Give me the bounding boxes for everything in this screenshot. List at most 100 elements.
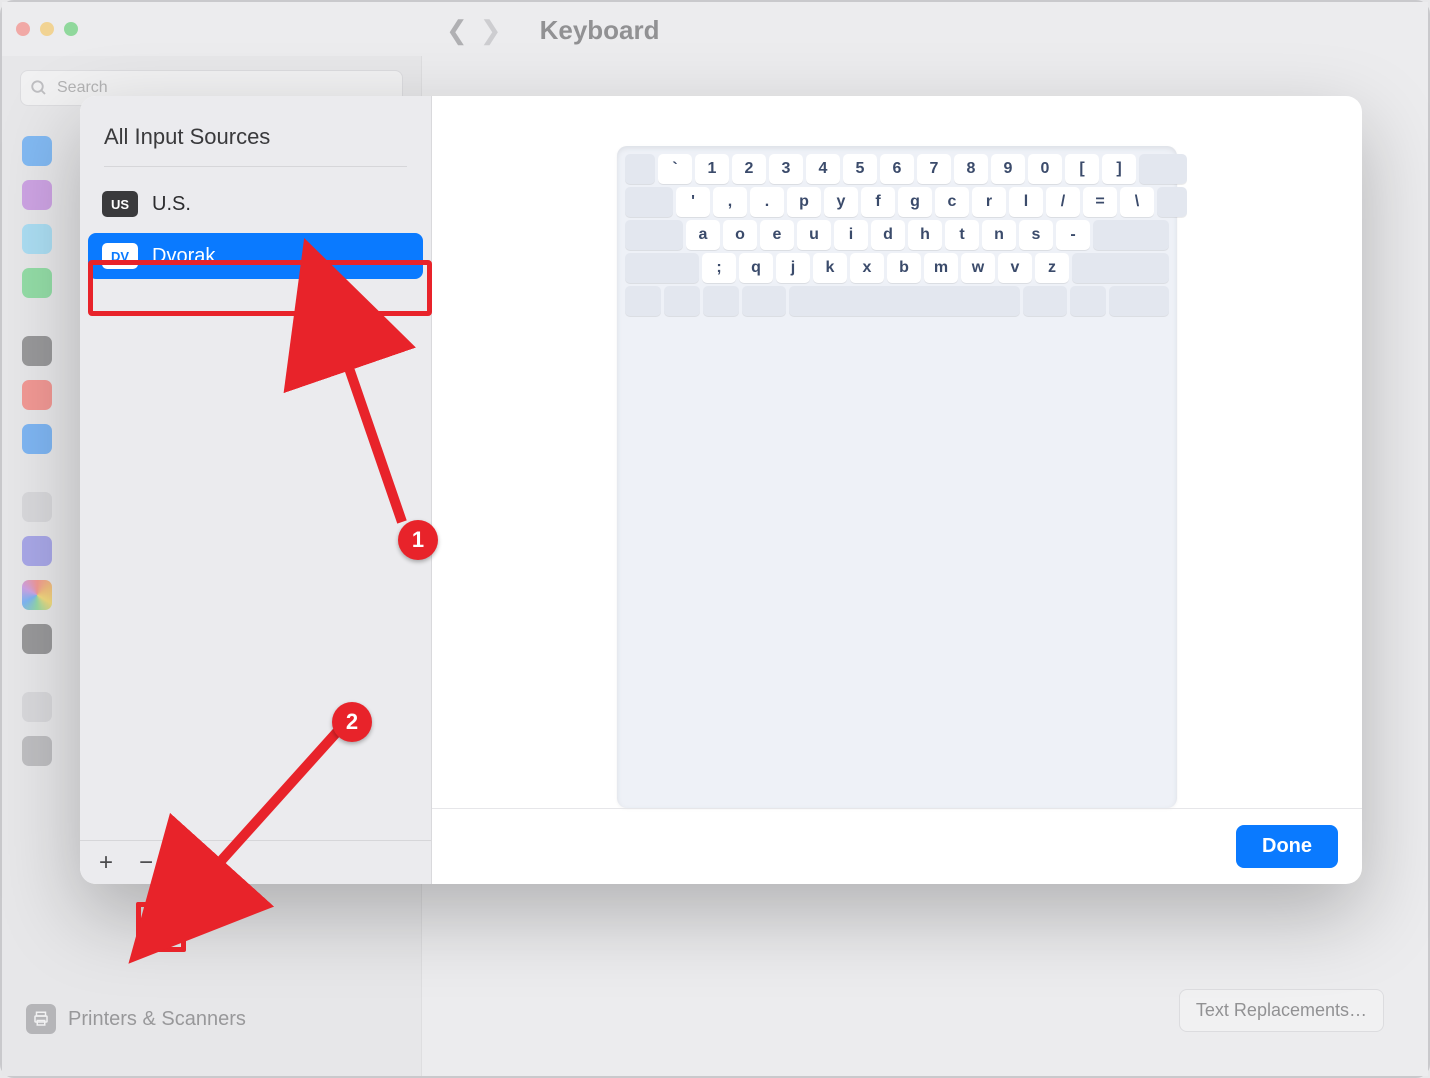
key: \ [1120, 187, 1154, 217]
sidebar-item-touchid-icon[interactable] [22, 380, 52, 410]
key: p [787, 187, 821, 217]
key: [ [1065, 154, 1099, 184]
sheet-sidebar: All Input Sources US U.S. DV Dvorak + − [80, 96, 432, 884]
key: h [908, 220, 942, 250]
key: q [739, 253, 773, 283]
key-modifier [703, 286, 739, 316]
us-badge-icon: US [102, 191, 138, 217]
input-source-us[interactable]: US U.S. [88, 181, 423, 227]
key: - [1056, 220, 1090, 250]
key: 5 [843, 154, 877, 184]
key: w [961, 253, 995, 283]
key: c [935, 187, 969, 217]
key: 2 [732, 154, 766, 184]
key: / [1046, 187, 1080, 217]
key-modifier [1157, 187, 1187, 217]
key-modifier [1070, 286, 1106, 316]
search-icon [30, 79, 48, 97]
key: ; [702, 253, 736, 283]
window-zoom-button[interactable] [64, 22, 78, 36]
sidebar-item-keyboard-icon[interactable] [22, 692, 52, 722]
key: y [824, 187, 858, 217]
input-source-list: US U.S. DV Dvorak [80, 181, 431, 840]
dv-badge-icon: DV [102, 243, 138, 269]
sidebar-item-appearance-icon[interactable] [22, 136, 52, 166]
key: g [898, 187, 932, 217]
key: 4 [806, 154, 840, 184]
key: = [1083, 187, 1117, 217]
text-replacements-button[interactable]: Text Replacements… [1179, 989, 1384, 1032]
key: e [760, 220, 794, 250]
nav-back-icon[interactable]: ❮ [446, 15, 468, 46]
key: s [1019, 220, 1053, 250]
add-source-button[interactable]: + [86, 845, 126, 881]
key: b [887, 253, 921, 283]
sidebar-item-screensaver-icon[interactable] [22, 224, 52, 254]
page-title: Keyboard [540, 15, 660, 46]
key: u [797, 220, 831, 250]
key-modifier [1093, 220, 1169, 250]
key: ` [658, 154, 692, 184]
key: i [834, 220, 868, 250]
key-modifier [1139, 154, 1187, 184]
key: j [776, 253, 810, 283]
sidebar-item-wallpaper-icon[interactable] [22, 180, 52, 210]
key: x [850, 253, 884, 283]
key: z [1035, 253, 1069, 283]
remove-source-button[interactable]: − [126, 845, 166, 881]
key: 1 [695, 154, 729, 184]
sidebar-item-gamecenter-icon[interactable] [22, 580, 52, 610]
key: . [750, 187, 784, 217]
key: 7 [917, 154, 951, 184]
sidebar-item-wallet-icon[interactable] [22, 624, 52, 654]
input-source-dvorak[interactable]: DV Dvorak [88, 233, 423, 279]
sidebar-item-battery-icon[interactable] [22, 268, 52, 298]
key: a [686, 220, 720, 250]
key: v [998, 253, 1032, 283]
key: 3 [769, 154, 803, 184]
key-modifier [625, 286, 661, 316]
sheet-main: `1234567890[] ',.pyfgcrl/=\ aoeuidhtns- … [432, 96, 1362, 884]
key: f [861, 187, 895, 217]
key: k [813, 253, 847, 283]
sheet-toolbar: + − [80, 840, 431, 884]
sidebar-item-label: Printers & Scanners [68, 1008, 246, 1031]
sheet-footer: Done [432, 808, 1362, 884]
input-source-label: U.S. [152, 193, 191, 216]
key: d [871, 220, 905, 250]
sidebar-item-users-icon[interactable] [22, 424, 52, 454]
sidebar-item-passwords-icon[interactable] [22, 492, 52, 522]
input-sources-sheet: All Input Sources US U.S. DV Dvorak + − … [80, 96, 1362, 884]
key: 0 [1028, 154, 1062, 184]
nav-forward-icon: ❯ [480, 15, 502, 46]
input-source-label: Dvorak [152, 245, 215, 268]
printer-icon [26, 1004, 56, 1034]
key-modifier [742, 286, 786, 316]
traffic-lights [16, 22, 78, 36]
key: 9 [991, 154, 1025, 184]
window-minimize-button[interactable] [40, 22, 54, 36]
key: t [945, 220, 979, 250]
sidebar-item-printers[interactable]: Printers & Scanners [26, 1004, 246, 1034]
key: ] [1102, 154, 1136, 184]
key-modifier [1023, 286, 1067, 316]
sidebar-item-trackpad-icon[interactable] [22, 736, 52, 766]
done-button[interactable]: Done [1236, 825, 1338, 868]
sheet-header: All Input Sources [80, 96, 431, 166]
key: ' [676, 187, 710, 217]
key-modifier [1072, 253, 1169, 283]
toolbar: ❮ ❯ Keyboard [422, 2, 1428, 58]
sidebar-item-lock-icon[interactable] [22, 336, 52, 366]
window-close-button[interactable] [16, 22, 30, 36]
key: m [924, 253, 958, 283]
key: l [1009, 187, 1043, 217]
key: 6 [880, 154, 914, 184]
sidebar-item-internet-icon[interactable] [22, 536, 52, 566]
key: n [982, 220, 1016, 250]
key-spacebar [789, 286, 1020, 316]
key: r [972, 187, 1006, 217]
keyboard-preview: `1234567890[] ',.pyfgcrl/=\ aoeuidhtns- … [617, 146, 1177, 808]
key: 8 [954, 154, 988, 184]
key-modifier [1109, 286, 1169, 316]
key-modifier [664, 286, 700, 316]
